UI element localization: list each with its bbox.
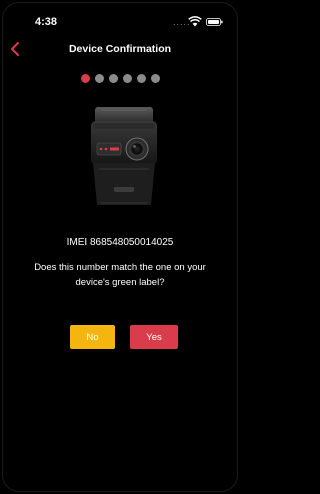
battery-icon	[206, 18, 223, 26]
page-title: Device Confirmation	[68, 43, 172, 55]
no-button[interactable]: No	[70, 325, 115, 349]
imei-label: IMEI 868548050014025	[66, 237, 174, 248]
step-dot	[94, 74, 104, 83]
navigation-bar: Device Confirmation	[3, 37, 237, 61]
dashcam-device-image	[91, 107, 157, 205]
wifi-icon	[188, 16, 202, 27]
confirmation-question: Does this number match the one on your d…	[34, 262, 206, 288]
step-dot	[80, 74, 90, 83]
status-bar: 4:38 .....	[3, 3, 237, 35]
phone-screen: 4:38 ..... Device Confirmation IMEI 8685…	[3, 3, 237, 491]
step-dot	[122, 74, 132, 83]
status-time: 4:38	[35, 16, 58, 28]
step-dot	[136, 74, 146, 83]
step-progress-indicator	[3, 74, 237, 83]
step-dot	[108, 74, 118, 83]
yes-button[interactable]: Yes	[130, 325, 178, 349]
step-dot	[150, 74, 160, 83]
